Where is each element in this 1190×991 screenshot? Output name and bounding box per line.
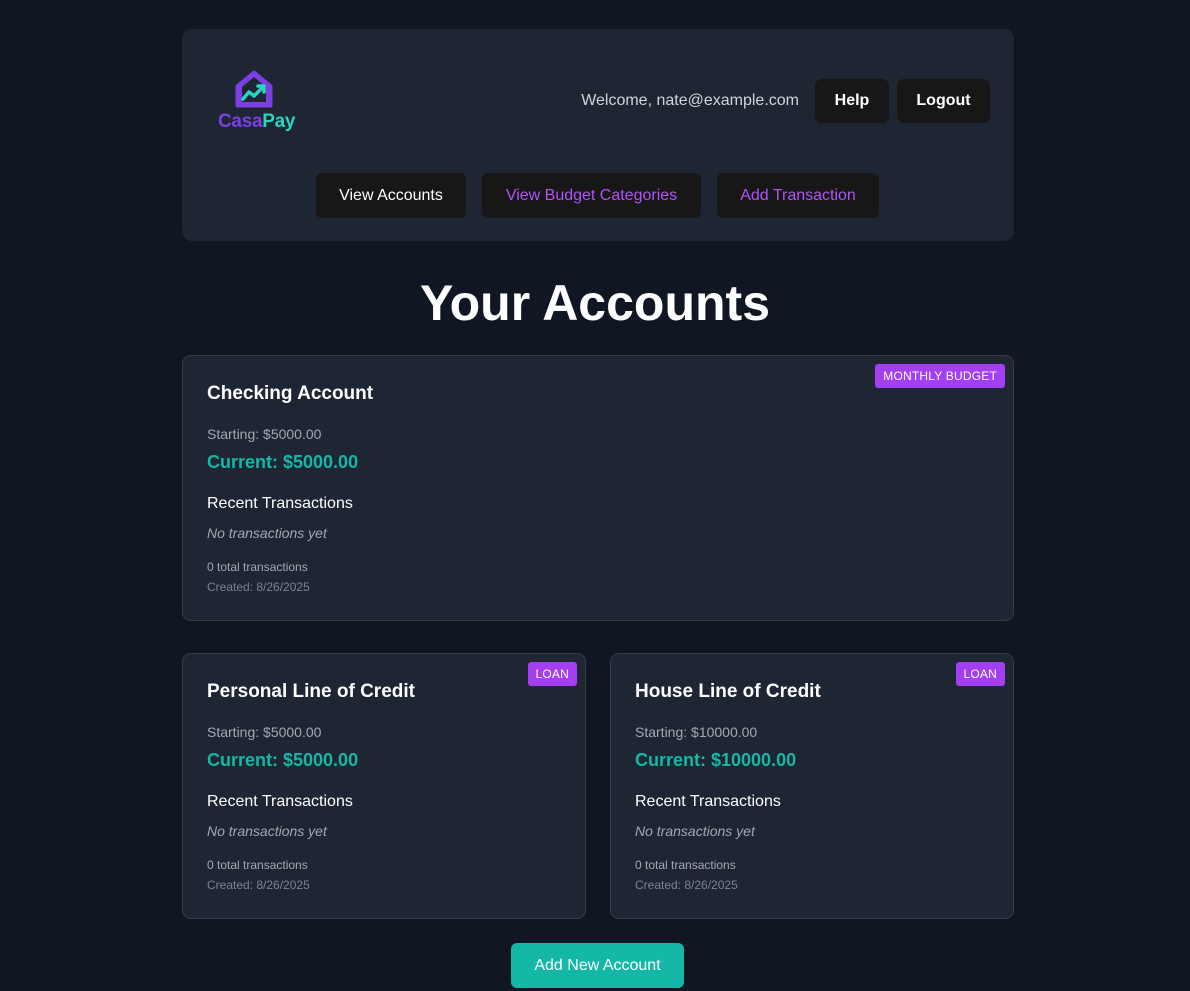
starting-balance: Starting: $10000.00 (635, 724, 758, 740)
help-button[interactable]: Help (815, 79, 889, 123)
created-date: Created: 8/26/2025 (635, 878, 738, 892)
account-type-badge: LOAN (527, 662, 577, 686)
recent-transactions-heading: Recent Transactions (635, 793, 781, 810)
page: CasaPay Welcome, nate@example.com Help L… (0, 0, 1190, 991)
created-date: Created: 8/26/2025 (207, 878, 310, 892)
current-balance: Current: $5000.00 (207, 750, 359, 770)
account-name: Checking Account (207, 383, 374, 404)
nav-add-transaction[interactable]: Add Transaction (717, 173, 879, 218)
welcome-text: Welcome, nate@example.com (581, 92, 799, 109)
created-date: Created: 8/26/2025 (207, 580, 310, 594)
casapay-logo[interactable]: CasaPay (218, 69, 295, 135)
page-title: Your Accounts (419, 275, 771, 331)
logo-text-pay: Pay (262, 111, 296, 132)
account-name: Personal Line of Credit (207, 681, 415, 702)
add-new-account-button[interactable]: Add New Account (511, 943, 684, 988)
account-type-badge: LOAN (955, 662, 1005, 686)
current-balance: Current: $10000.00 (635, 750, 797, 770)
account-type-badge: MONTHLY BUDGET (875, 364, 1005, 388)
recent-transactions-heading: Recent Transactions (207, 793, 353, 810)
empty-transactions-text: No transactions yet (207, 823, 327, 839)
logo-text-casa: Casa (218, 111, 263, 132)
total-transactions-count: 0 total transactions (635, 858, 736, 872)
account-card-house-line-of-credit[interactable]: LOAN House Line of Credit Starting: $100… (610, 653, 1014, 919)
current-balance: Current: $5000.00 (207, 452, 359, 472)
nav-view-budget-categories[interactable]: View Budget Categories (482, 173, 701, 218)
house-chart-icon (235, 70, 273, 108)
account-card-checking[interactable]: MONTHLY BUDGET Checking Account Starting… (182, 355, 1014, 621)
logout-button[interactable]: Logout (897, 79, 990, 123)
header-panel: CasaPay Welcome, nate@example.com Help L… (182, 29, 1014, 241)
empty-transactions-text: No transactions yet (635, 823, 755, 839)
empty-transactions-text: No transactions yet (207, 525, 327, 541)
logo-wordmark: CasaPay (218, 111, 295, 133)
account-name: House Line of Credit (635, 681, 821, 702)
starting-balance: Starting: $5000.00 (207, 724, 322, 740)
total-transactions-count: 0 total transactions (207, 560, 308, 574)
nav-view-accounts[interactable]: View Accounts (316, 173, 466, 218)
total-transactions-count: 0 total transactions (207, 858, 308, 872)
account-card-personal-line-of-credit[interactable]: LOAN Personal Line of Credit Starting: $… (182, 653, 586, 919)
starting-balance: Starting: $5000.00 (207, 426, 322, 442)
recent-transactions-heading: Recent Transactions (207, 495, 353, 512)
